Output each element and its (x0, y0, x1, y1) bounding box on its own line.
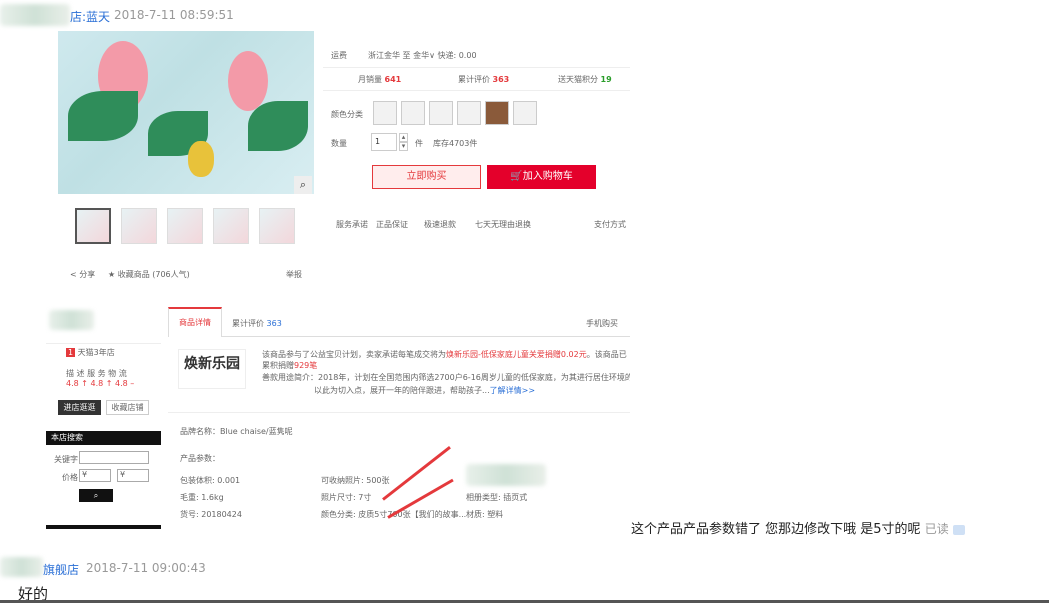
buy-now-button[interactable]: 立即购买 (372, 165, 481, 189)
stock-text: 库存4703件 (433, 139, 478, 148)
promo-detail-link[interactable]: 了解详情>> (490, 386, 535, 395)
tab-details[interactable]: 商品详情 (168, 307, 222, 337)
shop-rating-values: 4.8 ↑ 4.8 ↑ 4.8 – (66, 379, 135, 388)
promise-item[interactable]: 七天无理由退换 (475, 219, 531, 230)
color-swatch[interactable] (513, 101, 537, 125)
message-text: 这个产品产品参数错了 您那边修改下哦 是5寸的呢 已读 (631, 518, 965, 537)
tab-reviews[interactable]: 累计评价 363 (232, 318, 282, 329)
price-max-input[interactable]: ¥ (117, 469, 149, 482)
status-icon (952, 524, 965, 535)
color-swatch[interactable] (429, 101, 453, 125)
shop-years: 1 天猫3年店 (66, 348, 115, 357)
enter-shop-button[interactable]: 进店逛逛 (58, 400, 101, 415)
qty-unit: 件 (415, 139, 423, 148)
qty-increase-button[interactable]: ▴ (399, 133, 408, 142)
share-link[interactable]: < 分享 (70, 269, 95, 280)
promo-desc-2: 以此为切入点，展开一年的陪伴跟进，帮助孩子...了解详情>> (314, 386, 536, 395)
brand-name: 品牌名称：Blue chaise/蓝隽呢 (180, 427, 293, 436)
promise-label: 服务承诺 (336, 220, 368, 229)
message-sender[interactable]: 店:蓝天 (70, 8, 110, 25)
thumbnail[interactable] (259, 208, 295, 244)
avatar-blur (0, 4, 70, 26)
shop-rating-labels: 描 述 服 务 物 流 (66, 369, 127, 378)
shipping-value[interactable]: 浙江金华 至 金华∨ 快递: 0.00 (368, 50, 477, 61)
shop-name-blur (49, 310, 94, 330)
favorite-label: 收藏商品 (706人气) (117, 270, 190, 279)
add-to-cart-label: 加入购物车 (522, 171, 573, 182)
avatar-blur (0, 557, 43, 577)
search-icon: ⌕ (93, 491, 99, 500)
review-count: 累计评价 363 (458, 75, 510, 84)
shipping-label: 运费 (331, 51, 347, 60)
report-link[interactable]: 举报 (286, 269, 302, 280)
product-screenshot-image[interactable]: ⌕ < 分享 ★ 收藏商品 (706人气) 举报 运费 浙江金华 至 金华∨ 快… (18, 31, 630, 529)
points: 送天猫积分 19 (558, 75, 612, 84)
share-icon: < (70, 270, 80, 279)
price-min-input[interactable]: ¥ (79, 469, 111, 482)
shop-search-button[interactable]: ⌕ (79, 489, 113, 502)
color-swatch[interactable] (401, 101, 425, 125)
keyword-label: 关键字 (54, 455, 78, 464)
param-weight: 毛重: 1.6kg (180, 493, 224, 502)
thumbnail[interactable] (213, 208, 249, 244)
favorite-shop-button[interactable]: 收藏店铺 (106, 400, 149, 415)
product-params: 品牌名称：Blue chaise/蓝隽呢 产品参数： 包装体积: 0.001 毛… (168, 414, 630, 529)
charity-logo: 焕新乐园 (178, 349, 246, 389)
price-label: 价格 (62, 473, 78, 482)
message-timestamp: 2018-7-11 08:59:51 (114, 8, 234, 22)
zoom-icon[interactable]: ⌕ (294, 176, 312, 194)
message-timestamp: 2018-7-11 09:00:43 (86, 561, 206, 575)
divider (323, 67, 630, 68)
color-swatch[interactable] (373, 101, 397, 125)
tab-mobile[interactable]: 手机购买 (586, 318, 618, 329)
promise-item[interactable]: 极速退款 (424, 219, 456, 230)
red-arrow (382, 445, 451, 501)
color-swatch[interactable] (485, 101, 509, 125)
promo-desc: 善款用途简介：2018年，计划在全国范围内筛选2700户6-16周岁儿童的低保家… (262, 373, 630, 382)
thumbnail[interactable] (75, 208, 111, 244)
message-sender[interactable]: 旗舰店 (43, 561, 79, 578)
param-blur (466, 464, 546, 486)
param-photo-size: 照片尺寸: 7寸 (321, 493, 372, 502)
favorite-link[interactable]: ★ 收藏商品 (706人气) (108, 269, 190, 280)
promo-text: 该商品参与了公益宝贝计划，卖家承诺每笔成交将为焕新乐园-低保家庭儿童关爱捐赠0.… (262, 350, 627, 370)
param-sheets: 可收纳照片: 500张 (321, 476, 390, 485)
param-volume: 包装体积: 0.001 (180, 476, 241, 485)
share-label: 分享 (79, 270, 96, 279)
star-icon: ★ (108, 270, 118, 279)
params-title: 产品参数： (180, 454, 220, 463)
payment-label[interactable]: 支付方式 (594, 219, 626, 230)
divider (323, 90, 630, 91)
quantity-input[interactable]: 1 (371, 133, 397, 151)
add-to-cart-button[interactable]: 🛒加入购物车 (487, 165, 596, 189)
monthly-sales: 月销量 641 (358, 75, 402, 84)
keyword-input[interactable] (79, 451, 149, 464)
shop-panel: 1 天猫3年店 描 述 服 务 物 流 4.8 ↑ 4.8 ↑ 4.8 – 进店… (46, 307, 161, 529)
cart-icon: 🛒 (510, 171, 523, 182)
qty-label: 数量 (331, 139, 347, 148)
product-photo (58, 31, 314, 194)
shop-search-title: 本店搜索 (46, 431, 161, 445)
qty-decrease-button[interactable]: ▾ (399, 142, 408, 151)
thumbnail[interactable] (121, 208, 157, 244)
color-swatch[interactable] (457, 101, 481, 125)
detail-tabs: 商品详情 累计评价 363 手机购买 (168, 307, 630, 337)
charity-promo: 焕新乐园 该商品参与了公益宝贝计划，卖家承诺每笔成交将为焕新乐园-低保家庭儿童关… (168, 337, 630, 413)
param-model: 货号: 20180424 (180, 510, 242, 519)
read-status: 已读 (924, 522, 949, 536)
param-material: 材质: 塑料 (466, 510, 504, 519)
param-album-type: 相册类型: 插页式 (466, 493, 528, 502)
thumbnail[interactable] (167, 208, 203, 244)
promise-item[interactable]: 正品保证 (376, 219, 408, 230)
color-label: 颜色分类 (331, 110, 363, 119)
